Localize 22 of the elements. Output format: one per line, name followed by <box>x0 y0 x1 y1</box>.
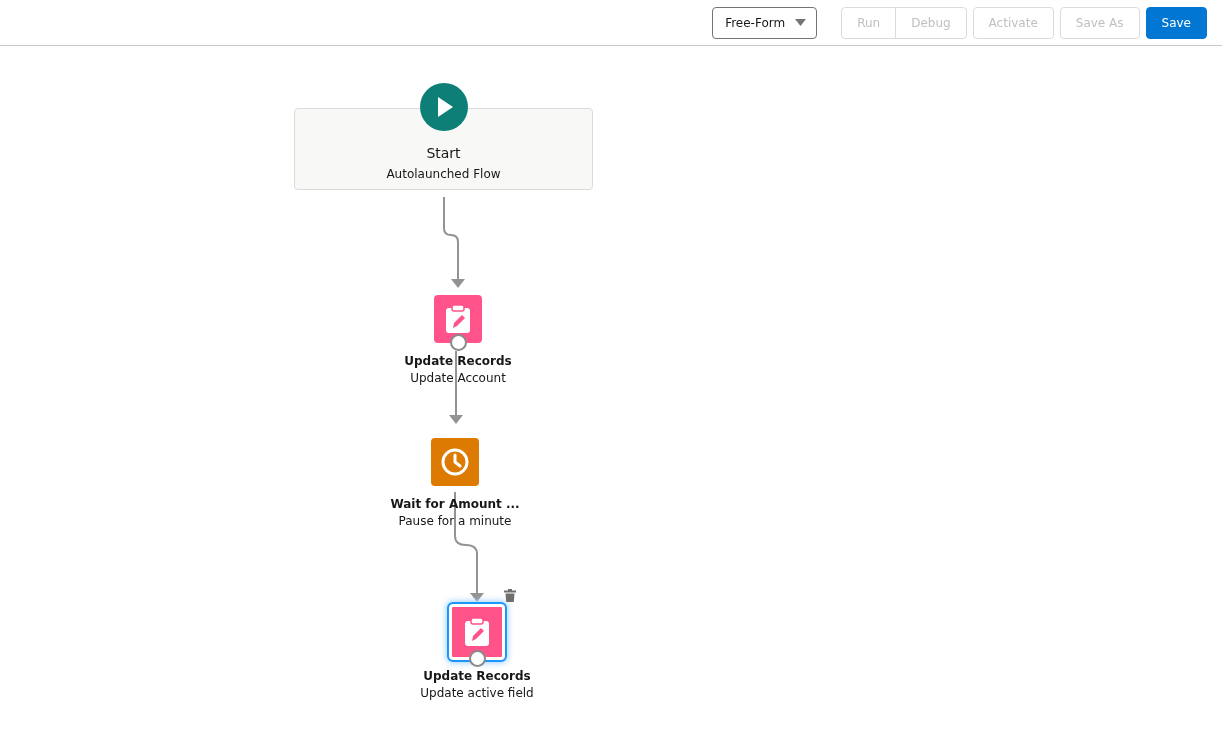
clipboard-pencil-icon <box>444 304 472 334</box>
clock-icon <box>440 447 470 477</box>
flow-element-tile[interactable] <box>449 604 505 660</box>
start-subtitle: Autolaunched Flow <box>386 167 501 181</box>
element-title: Update Records <box>404 354 512 368</box>
layout-dropdown[interactable]: Free-Form <box>712 6 818 39</box>
connector-port[interactable] <box>450 334 467 351</box>
start-title: Start <box>426 145 461 161</box>
connector-port[interactable] <box>469 650 486 667</box>
caret-icon <box>795 19 807 26</box>
element-subtitle: Update Account <box>410 371 506 385</box>
element-title: Update Records <box>423 669 531 683</box>
play-icon <box>420 83 468 131</box>
start-card[interactable] <box>294 108 593 190</box>
primary-button[interactable]: Save <box>1145 6 1207 39</box>
element-subtitle: Update active field <box>420 686 534 700</box>
element-title: Wait for Amount ... <box>390 497 520 511</box>
flow-element-tile[interactable] <box>434 295 482 343</box>
clipboard-pencil-icon <box>463 617 491 647</box>
element-subtitle: Pause for a minute <box>398 514 512 528</box>
trash-icon[interactable] <box>504 589 516 602</box>
flow-element-tile[interactable] <box>431 438 479 486</box>
